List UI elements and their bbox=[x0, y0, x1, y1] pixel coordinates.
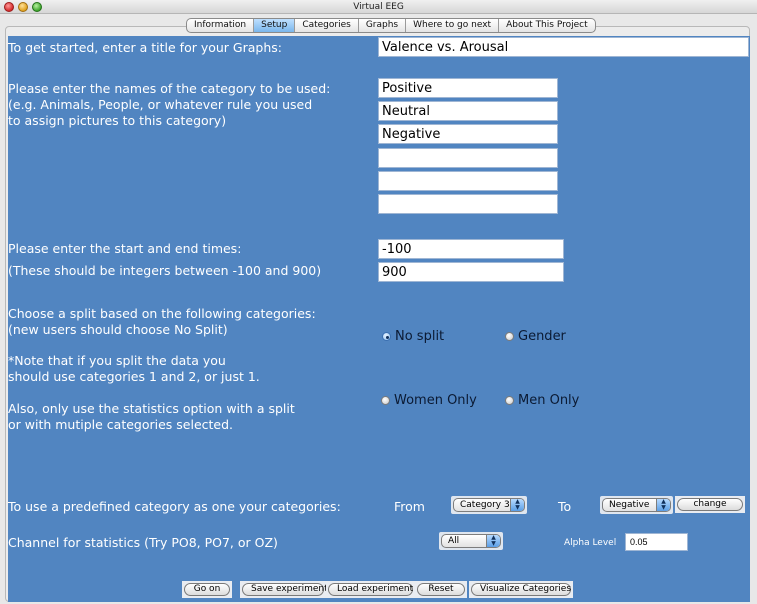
channel-select-value: All bbox=[448, 536, 460, 546]
radio-women-only-label: Women Only bbox=[394, 393, 477, 408]
tab-where-to-go-next[interactable]: Where to go next bbox=[406, 19, 500, 32]
to-select[interactable]: Negative ▲ ▼ bbox=[602, 498, 671, 512]
visualize-categories-button[interactable]: Visualize Categories bbox=[471, 583, 571, 596]
category-input-4[interactable] bbox=[378, 148, 558, 168]
go-on-button-wrap: Go on bbox=[182, 581, 232, 598]
channel-select[interactable]: All ▲ ▼ bbox=[441, 534, 501, 548]
to-select-wrap: Negative ▲ ▼ bbox=[600, 496, 673, 514]
tab-bar: Information Setup Categories Graphs Wher… bbox=[186, 18, 596, 33]
start-time-input[interactable] bbox=[378, 239, 564, 259]
times-hint: (These should be integers between -100 a… bbox=[8, 263, 322, 278]
radio-women-only[interactable]: Women Only bbox=[381, 393, 477, 408]
category-input-5[interactable] bbox=[378, 171, 558, 191]
updown-arrows-icon: ▲ ▼ bbox=[656, 499, 670, 511]
from-label: From bbox=[394, 499, 425, 514]
radio-unselected-icon bbox=[505, 396, 514, 405]
tab-graphs[interactable]: Graphs bbox=[359, 19, 407, 32]
radio-selected-icon bbox=[382, 332, 391, 341]
tab-about-this-project[interactable]: About This Project bbox=[499, 19, 595, 32]
updown-arrows-icon: ▲ ▼ bbox=[510, 499, 524, 511]
category-input-3[interactable] bbox=[378, 124, 558, 144]
split-note-line2: should use categories 1 and 2, or just 1… bbox=[8, 369, 260, 384]
reset-button[interactable]: Reset bbox=[417, 583, 465, 596]
tab-setup[interactable]: Setup bbox=[254, 19, 296, 32]
channel-prompt: Channel for statistics (Try PO8, PO7, or… bbox=[8, 535, 278, 550]
from-select-wrap: Category 3 ▲ ▼ bbox=[451, 496, 527, 514]
channel-select-wrap: All ▲ ▼ bbox=[439, 532, 503, 550]
category-input-1[interactable] bbox=[378, 78, 558, 98]
category-input-6[interactable] bbox=[378, 194, 558, 214]
from-select[interactable]: Category 3 ▲ ▼ bbox=[453, 498, 525, 512]
category-prompt-line1: Please enter the names of the category t… bbox=[8, 81, 331, 96]
category-input-2[interactable] bbox=[378, 101, 558, 121]
stats-note-line1: Also, only use the statistics option wit… bbox=[8, 401, 295, 416]
end-time-input[interactable] bbox=[378, 262, 564, 282]
setup-panel: To get started, enter a title for your G… bbox=[8, 36, 750, 602]
split-prompt-line1: Choose a split based on the following ca… bbox=[8, 306, 316, 321]
predefined-prompt: To use a predefined category as one your… bbox=[8, 499, 341, 514]
to-select-value: Negative bbox=[609, 500, 650, 510]
radio-unselected-icon bbox=[381, 396, 390, 405]
category-prompt-line3: to assign pictures to this category) bbox=[8, 113, 227, 128]
change-button[interactable]: change bbox=[677, 498, 743, 511]
radio-no-split[interactable]: No split bbox=[382, 329, 444, 344]
radio-no-split-label: No split bbox=[395, 329, 445, 344]
load-experiment-button[interactable]: Load experiment bbox=[328, 583, 413, 596]
visualize-button-wrap: Visualize Categories bbox=[469, 581, 573, 598]
stats-note-line2: or with mutiple categories selected. bbox=[8, 417, 234, 432]
title-bar: Virtual EEG bbox=[0, 0, 757, 14]
split-prompt-line2: (new users should choose No Split) bbox=[8, 322, 228, 337]
radio-gender-label: Gender bbox=[518, 329, 566, 344]
split-note-line1: *Note that if you split the data you bbox=[8, 353, 226, 368]
radio-gender[interactable]: Gender bbox=[505, 329, 566, 344]
tab-information[interactable]: Information bbox=[187, 19, 255, 32]
times-prompt: Please enter the start and end times: bbox=[8, 241, 242, 256]
save-button-wrap: Save experiment bbox=[240, 581, 328, 598]
save-experiment-button[interactable]: Save experiment bbox=[242, 583, 328, 596]
radio-men-only[interactable]: Men Only bbox=[505, 393, 579, 408]
alpha-level-label: Alpha Level bbox=[564, 538, 617, 548]
to-label: To bbox=[558, 499, 572, 514]
radio-unselected-icon bbox=[505, 332, 514, 341]
tab-categories[interactable]: Categories bbox=[295, 19, 359, 32]
change-button-wrap: change bbox=[675, 496, 745, 513]
updown-arrows-icon: ▲ ▼ bbox=[486, 535, 500, 547]
window-title: Virtual EEG bbox=[353, 2, 404, 12]
radio-men-only-label: Men Only bbox=[518, 393, 580, 408]
load-button-wrap: Load experiment bbox=[326, 581, 415, 598]
graph-title-input[interactable] bbox=[378, 37, 749, 57]
from-select-value: Category 3 bbox=[460, 500, 510, 510]
title-prompt: To get started, enter a title for your G… bbox=[8, 40, 282, 55]
go-on-button[interactable]: Go on bbox=[184, 583, 230, 596]
reset-button-wrap: Reset bbox=[415, 581, 467, 598]
alpha-level-input[interactable] bbox=[625, 533, 688, 551]
category-prompt-line2: (e.g. Animals, People, or whatever rule … bbox=[8, 97, 313, 112]
